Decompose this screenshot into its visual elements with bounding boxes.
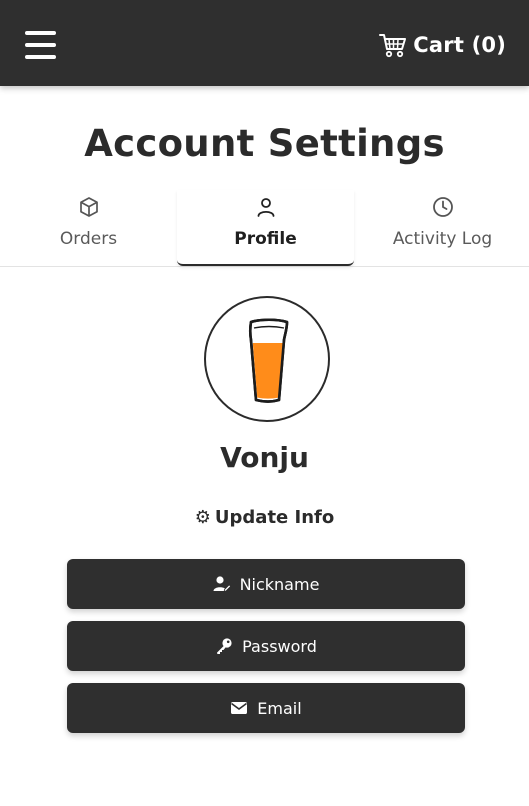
avatar — [204, 296, 330, 422]
email-label: Email — [257, 698, 302, 718]
email-button[interactable]: Email — [67, 683, 465, 733]
beer-glass-icon — [248, 318, 289, 403]
cart-label: Cart (0) — [413, 33, 506, 57]
tab-orders-label: Orders — [59, 229, 118, 249]
tab-profile-label: Profile — [234, 229, 297, 249]
user-icon — [257, 198, 274, 217]
envelope-icon — [231, 702, 248, 714]
top-navbar: Cart (0) — [0, 0, 529, 86]
shopping-cart-icon — [379, 34, 407, 58]
gear-icon: ⚙ — [194, 507, 211, 528]
tab-activity-log[interactable]: Activity Log — [354, 190, 529, 264]
username: Vonju — [220, 441, 309, 474]
update-info-label: Update Info — [214, 507, 335, 528]
page-title: Account Settings — [84, 122, 445, 165]
account-tabs: Orders Profile Activity Log — [0, 190, 529, 267]
nickname-label: Nickname — [239, 574, 320, 594]
tab-orders[interactable]: Orders — [0, 190, 177, 264]
password-label: Password — [242, 636, 317, 656]
cart-button[interactable]: Cart (0) — [379, 30, 506, 60]
key-icon — [217, 638, 232, 654]
hamburger-menu-icon[interactable] — [25, 31, 56, 59]
password-button[interactable]: Password — [67, 621, 465, 671]
tab-profile[interactable]: Profile — [177, 190, 354, 266]
tab-activity-log-label: Activity Log — [392, 229, 493, 249]
update-info-heading: ⚙ Update Info — [0, 507, 529, 528]
clock-icon — [432, 197, 453, 217]
box-icon — [79, 197, 98, 217]
nickname-button[interactable]: Nickname — [67, 559, 465, 609]
user-edit-icon — [213, 576, 231, 592]
